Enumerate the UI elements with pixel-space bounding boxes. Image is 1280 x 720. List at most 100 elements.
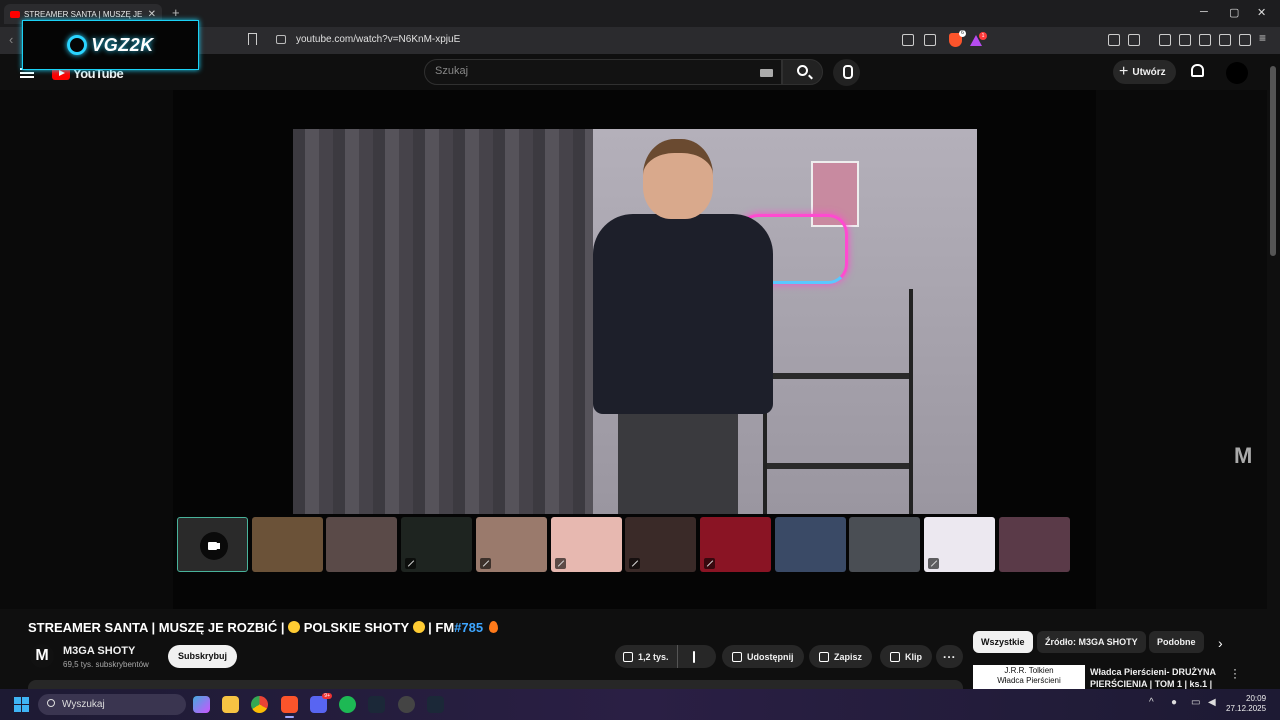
clip-button[interactable]: Klip — [880, 645, 932, 668]
participant-tile[interactable] — [924, 517, 995, 572]
brave-rewards-icon[interactable]: 1 — [970, 32, 987, 46]
steam-icon-2[interactable] — [427, 696, 444, 713]
windows-taskbar: Wyszukaj 9+ ^ ● ▭ ◀ 20:09 27.12.2025 — [0, 689, 1280, 720]
discord-icon[interactable]: 9+ — [310, 693, 332, 713]
tab-close-icon[interactable]: ✕ — [148, 9, 156, 20]
site-settings-icon[interactable] — [276, 35, 286, 44]
mic-muted-icon — [928, 558, 939, 569]
media-icon[interactable] — [1159, 34, 1171, 46]
chevron-right-icon[interactable]: › — [1218, 635, 1223, 651]
address-bar[interactable]: youtube.com/watch?v=N6KnM-xpjuE — [296, 34, 460, 45]
notifications-bell-icon[interactable] — [1191, 64, 1204, 77]
participant-tile[interactable] — [401, 517, 472, 572]
laughing-emoji-icon — [288, 621, 301, 633]
scrollbar-thumb[interactable] — [1270, 66, 1276, 256]
voice-search-button[interactable] — [833, 59, 860, 86]
participant-tile[interactable] — [252, 517, 323, 572]
description-box[interactable] — [28, 680, 963, 689]
rec-thumb-author: J.R.R. Tolkien — [1004, 666, 1054, 675]
taskbar-search[interactable]: Wyszukaj — [38, 694, 186, 715]
steam-icon[interactable] — [368, 696, 385, 713]
spotify-icon[interactable] — [339, 696, 356, 713]
extensions-icon[interactable] — [1108, 34, 1120, 46]
discord-badge: 9+ — [322, 693, 332, 699]
kebab-menu-icon[interactable]: · · · — [1232, 663, 1238, 683]
windows-start-icon[interactable] — [14, 697, 29, 712]
participant-tile[interactable] — [625, 517, 696, 572]
account-avatar[interactable] — [1226, 62, 1248, 84]
save-button[interactable]: Zapisz — [809, 645, 873, 668]
create-label: Utwórz — [1132, 66, 1166, 78]
create-button[interactable]: + Utwórz — [1113, 60, 1176, 84]
network-icon[interactable]: ▭ — [1191, 697, 1200, 708]
participant-tile[interactable] — [849, 517, 920, 572]
copilot-icon[interactable] — [193, 696, 210, 713]
mic-muted-icon — [405, 558, 416, 569]
video-player[interactable] — [0, 90, 1267, 609]
cast-icon[interactable] — [902, 34, 914, 46]
participant-tile[interactable] — [775, 517, 846, 572]
microphone-icon[interactable]: ● — [1171, 697, 1177, 708]
like-button[interactable]: 1,2 tys. — [615, 645, 678, 668]
sidebar-icon[interactable] — [1179, 34, 1191, 46]
volume-icon[interactable]: ◀ — [1208, 697, 1216, 708]
maximize-button[interactable]: ▢ — [1229, 6, 1239, 19]
dislike-button[interactable] — [683, 650, 705, 663]
participant-tile[interactable] — [999, 517, 1070, 572]
subscribe-button[interactable]: Subskrybuj — [168, 645, 238, 668]
channel-name[interactable]: M3GA SHOTY — [63, 645, 135, 657]
subscriber-count: 69,5 tys. subskrybentów — [63, 660, 149, 669]
like-dislike-group: 1,2 tys. — [615, 645, 716, 668]
search-icon — [47, 699, 55, 707]
fire-emoji-icon — [489, 621, 499, 633]
close-window-button[interactable]: ✕ — [1257, 6, 1266, 19]
reader-mode-icon[interactable] — [1128, 34, 1140, 46]
participant-tile[interactable] — [177, 517, 248, 572]
participant-tile[interactable] — [551, 517, 622, 572]
brave-shields-icon[interactable]: 6 — [949, 30, 966, 47]
participant-tile[interactable] — [326, 517, 397, 572]
chip-all[interactable]: Wszystkie — [973, 631, 1033, 653]
app-icon[interactable] — [398, 696, 415, 713]
wallet-icon[interactable] — [1199, 34, 1211, 46]
save-label: Zapisz — [834, 651, 863, 662]
more-actions-button[interactable]: ... — [936, 645, 963, 668]
share-label: Udostępnij — [747, 651, 794, 662]
channel-watermark[interactable]: M — [1234, 443, 1252, 469]
chrome-icon[interactable] — [251, 696, 268, 713]
keyboard-icon[interactable] — [760, 69, 773, 77]
clock-time: 20:09 — [1246, 694, 1267, 703]
mic-muted-icon — [629, 558, 640, 569]
leo-ai-icon[interactable] — [1219, 34, 1231, 46]
participant-tile[interactable] — [476, 517, 547, 572]
participant-tile[interactable] — [700, 517, 771, 572]
recommended-title[interactable]: Władca Pierścieni- DRUŻYNA PIERŚCIENIA |… — [1090, 666, 1220, 689]
save-bookmark-icon — [819, 651, 829, 662]
rewards-count: 1 — [979, 32, 987, 40]
channel-avatar[interactable]: M — [30, 644, 54, 668]
page-scrollbar[interactable] — [1267, 54, 1280, 689]
clock[interactable]: 20:09 27.12.2025 — [1226, 694, 1266, 714]
like-count: 1,2 tys. — [638, 651, 669, 662]
hashtag-link[interactable]: #785 — [454, 620, 483, 635]
title-mid: POLSKIE SHOTY — [300, 620, 413, 635]
search-button[interactable] — [782, 59, 823, 85]
menu-icon[interactable]: ≡ — [1259, 31, 1271, 45]
vpn-icon[interactable] — [1239, 34, 1251, 46]
brave-icon[interactable] — [281, 696, 298, 718]
file-explorer-icon[interactable] — [222, 696, 239, 713]
recommended-thumbnail[interactable]: J.R.R. Tolkien Władca Pierścieni — [973, 665, 1085, 689]
tray-chevron-icon[interactable]: ^ — [1149, 697, 1154, 708]
bookmark-icon[interactable] — [248, 33, 257, 45]
back-arrow-icon[interactable]: ‹ — [9, 32, 13, 47]
minimize-button[interactable]: ─ — [1200, 6, 1208, 18]
share-icon[interactable] — [924, 34, 936, 46]
streamer-head — [643, 139, 713, 219]
new-tab-button[interactable]: + — [172, 5, 180, 20]
search-input[interactable] — [435, 65, 745, 77]
stage-right-panel — [1096, 90, 1267, 609]
chip-related[interactable]: Podobne — [1149, 631, 1204, 653]
mic-muted-icon — [555, 558, 566, 569]
chip-source-channel[interactable]: Źródło: M3GA SHOTY — [1037, 631, 1146, 653]
share-button[interactable]: Udostępnij — [722, 645, 804, 668]
